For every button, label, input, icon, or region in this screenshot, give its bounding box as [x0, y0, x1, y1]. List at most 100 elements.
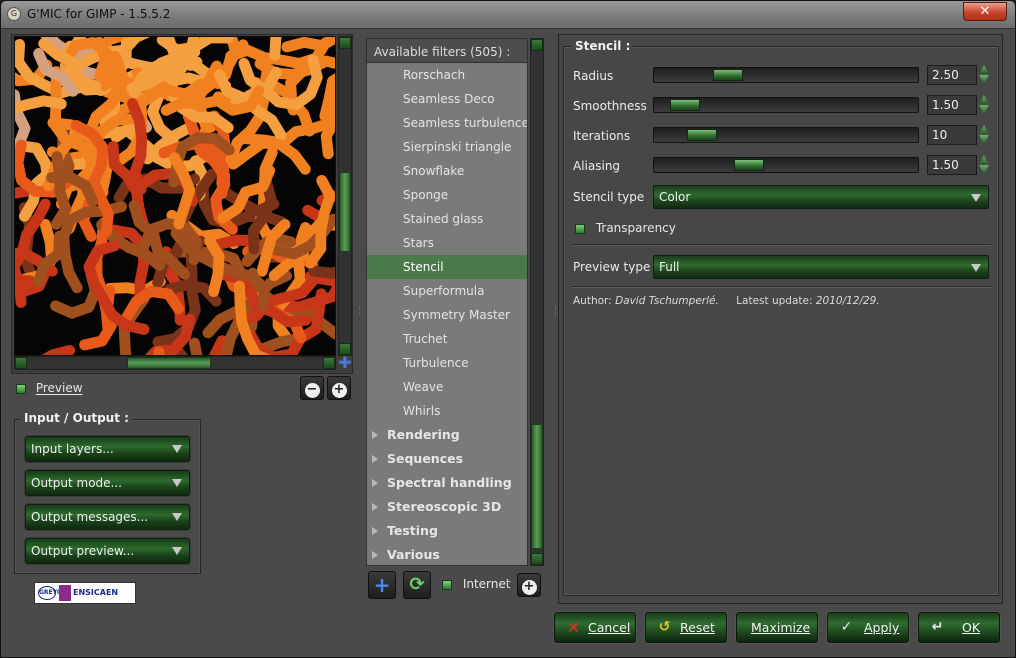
filter-item-selected[interactable]: Stencil — [367, 255, 527, 279]
filters-scroll-thumb[interactable] — [531, 424, 543, 549]
update-label: Latest update: — [736, 295, 813, 307]
slider-knob[interactable] — [713, 69, 743, 81]
filter-item[interactable]: Superformula — [367, 279, 527, 303]
scroll-right-icon[interactable] — [323, 357, 335, 369]
filter-item[interactable]: Symmetry Master — [367, 303, 527, 327]
preview-type-label: Preview type — [573, 260, 651, 274]
param-slider[interactable] — [653, 127, 919, 143]
filter-category[interactable]: Testing — [367, 519, 527, 543]
filter-item[interactable]: Weave — [367, 375, 527, 399]
spin-buttons[interactable] — [979, 155, 991, 175]
stencil-type-select[interactable]: Color — [653, 185, 989, 209]
spin-buttons[interactable] — [979, 65, 991, 85]
title-bar[interactable]: G G'MIC for GIMP - 1.5.5.2 ✕ — [1, 1, 1015, 29]
spin-buttons[interactable] — [979, 95, 991, 115]
close-window-button[interactable]: ✕ — [963, 2, 1007, 21]
filter-item[interactable]: Snowflake — [367, 159, 527, 183]
spin-down-icon[interactable] — [979, 165, 989, 174]
slider-knob[interactable] — [670, 99, 700, 111]
io-button-output-messages[interactable]: Output messages... — [25, 504, 190, 530]
refresh-icon: ⟳ — [409, 574, 425, 595]
spin-down-icon[interactable] — [979, 135, 989, 144]
param-value-input[interactable]: 2.50 — [927, 65, 977, 85]
scroll-left-icon[interactable] — [15, 357, 27, 369]
io-button-output-mode[interactable]: Output mode... — [25, 470, 190, 496]
filter-item[interactable]: Stars — [367, 231, 527, 255]
internet-label: Internet — [462, 577, 511, 591]
preview-vscroll-thumb[interactable] — [339, 172, 351, 252]
io-button-output-preview[interactable]: Output preview... — [25, 538, 190, 564]
expand-arrow-icon[interactable] — [372, 551, 378, 559]
spin-buttons[interactable] — [979, 125, 991, 145]
author-name: David Tschumperlé. — [615, 295, 719, 307]
filter-item[interactable]: Truchet — [367, 327, 527, 351]
move-preview-icon[interactable]: ✚ — [338, 355, 352, 371]
slider-knob[interactable] — [687, 129, 717, 141]
filter-category[interactable]: Various — [367, 543, 527, 565]
filter-category[interactable]: Stereoscopic 3D — [367, 495, 527, 519]
spin-up-icon[interactable] — [979, 125, 989, 134]
param-slider[interactable] — [653, 157, 919, 173]
filter-category[interactable]: Sequences — [367, 447, 527, 471]
preview-type-select[interactable]: Full — [653, 255, 989, 279]
filter-item[interactable]: Stained glass — [367, 207, 527, 231]
filter-category-label: Various — [387, 547, 440, 562]
io-button-input-layers[interactable]: Input layers... — [25, 436, 190, 462]
preview-horizontal-scrollbar[interactable] — [14, 356, 336, 370]
filter-category-label: Spectral handling — [387, 475, 512, 490]
filter-category[interactable]: Rendering — [367, 423, 527, 447]
params-divider-1 — [571, 244, 991, 246]
expand-arrow-icon[interactable] — [372, 455, 378, 463]
filter-category[interactable]: Spectral handling — [367, 471, 527, 495]
add-filter-button[interactable]: + — [368, 571, 396, 599]
greyc-ensicaen-logo[interactable]: GREYC ENSICAEN — [34, 582, 136, 604]
zoom-out-button[interactable]: − — [300, 376, 324, 400]
param-slider[interactable] — [653, 67, 919, 83]
preview-checkbox[interactable] — [16, 383, 26, 394]
expand-arrow-icon[interactable] — [372, 431, 378, 439]
apply-button[interactable]: ✓ Apply — [827, 612, 909, 643]
internet-checkbox[interactable] — [442, 579, 452, 590]
refresh-filters-button[interactable]: ⟳ — [403, 571, 431, 599]
expand-arrow-icon[interactable] — [372, 527, 378, 535]
filter-item[interactable]: Seamless Deco — [367, 87, 527, 111]
left-splitter-handle[interactable]: ⋮ — [355, 307, 364, 323]
zoom-in-button[interactable]: + — [327, 376, 351, 400]
filters-scrollbar[interactable] — [530, 38, 544, 566]
param-value-input[interactable]: 10 — [927, 125, 977, 145]
internet-toggle[interactable]: Internet — [442, 577, 510, 591]
ok-button[interactable]: ↵ OK — [918, 612, 1000, 643]
filter-item[interactable]: Whirls — [367, 399, 527, 423]
filter-credits: Author: David Tschumperlé. Latest update… — [573, 295, 880, 307]
preview-vertical-scrollbar[interactable] — [338, 36, 352, 356]
transparency-toggle[interactable]: Transparency — [575, 221, 676, 235]
maximize-button[interactable]: Maximize — [736, 612, 818, 643]
spin-down-icon[interactable] — [979, 105, 989, 114]
filter-settings-button[interactable]: + — [517, 573, 541, 597]
scroll-up-icon[interactable] — [339, 37, 351, 49]
transparency-checkbox[interactable] — [575, 223, 585, 234]
expand-arrow-icon[interactable] — [372, 503, 378, 511]
filter-item[interactable]: Turbulence — [367, 351, 527, 375]
expand-arrow-icon[interactable] — [372, 479, 378, 487]
filter-item[interactable]: Rorschach — [367, 63, 527, 87]
preview-hscroll-thumb[interactable] — [127, 357, 211, 369]
filter-item[interactable]: Seamless turbulence — [367, 111, 527, 135]
spin-up-icon[interactable] — [979, 65, 989, 74]
param-slider[interactable] — [653, 97, 919, 113]
filters-scroll-up-icon[interactable] — [531, 39, 543, 51]
reset-button[interactable]: ↺ Reset — [645, 612, 727, 643]
filter-item[interactable]: Sponge — [367, 183, 527, 207]
right-splitter-handle[interactable]: ⋮ — [551, 307, 560, 323]
preview-toggle[interactable]: Preview — [16, 381, 83, 395]
param-value-input[interactable]: 1.50 — [927, 155, 977, 175]
reset-label: Reset — [680, 620, 715, 635]
spin-down-icon[interactable] — [979, 75, 989, 84]
filter-item[interactable]: Sierpinski triangle — [367, 135, 527, 159]
filters-scroll-down-icon[interactable] — [531, 553, 543, 565]
cancel-button[interactable]: ✕ Cancel — [554, 612, 636, 643]
spin-up-icon[interactable] — [979, 95, 989, 104]
spin-up-icon[interactable] — [979, 155, 989, 164]
param-value-input[interactable]: 1.50 — [927, 95, 977, 115]
slider-knob[interactable] — [734, 159, 764, 171]
